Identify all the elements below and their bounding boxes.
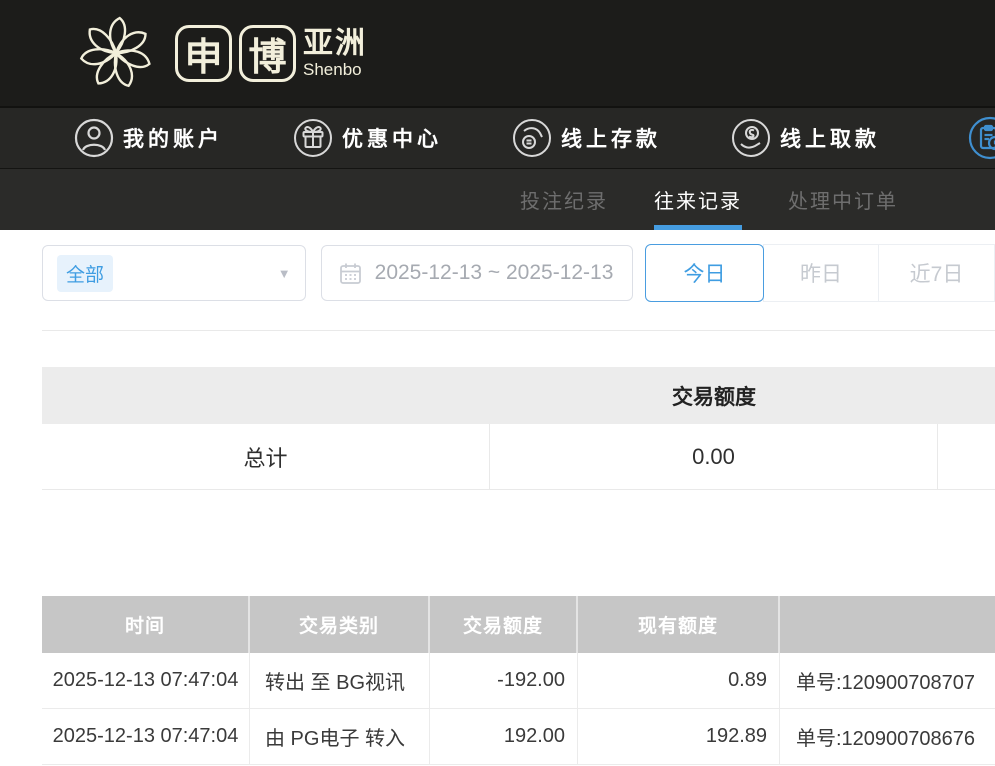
- summary-total-row: 总计 0.00: [42, 424, 995, 490]
- cell-time: 2025-12-13 07:47:04: [42, 653, 250, 708]
- transactions-table: 时间 交易类别 交易额度 现有额度 2025-12-13 07:47:04 转出…: [42, 596, 995, 765]
- type-chip[interactable]: 全部: [57, 255, 113, 292]
- table-row: 2025-12-13 07:47:04 由 PG电子 转入 192.00 192…: [42, 709, 995, 765]
- date-range-picker[interactable]: 2025-12-13 ~ 2025-12-13: [321, 245, 633, 301]
- cell-type: 转出 至 BG视讯: [250, 653, 430, 708]
- date-range-value: 2025-12-13 ~ 2025-12-13: [375, 261, 614, 285]
- summary-total-value: 0.00: [490, 424, 938, 489]
- nav-item-promotions[interactable]: 优惠中心: [293, 118, 442, 158]
- cell-order-no: 单号:120900708676: [780, 709, 995, 764]
- nav-label: 线上取款: [780, 123, 880, 153]
- tab-label: 投注纪录: [520, 185, 608, 214]
- col-header-time: 时间: [42, 596, 250, 653]
- user-icon: [74, 118, 114, 158]
- chevron-down-icon: ▼: [278, 266, 291, 281]
- transaction-records-icon: [968, 116, 995, 160]
- tab-transaction-records[interactable]: 往来记录: [654, 169, 742, 230]
- nav-item-deposit[interactable]: 线上存款: [512, 118, 661, 158]
- nav-label: 优惠中心: [342, 123, 442, 153]
- cell-amount: 192.00: [430, 709, 578, 764]
- brand-char-box-2: 博: [239, 25, 296, 82]
- tab-betting-records[interactable]: 投注纪录: [520, 169, 608, 230]
- cell-amount: -192.00: [430, 653, 578, 708]
- nav-label: 线上存款: [561, 123, 661, 153]
- calendar-icon: [339, 262, 362, 285]
- type-select[interactable]: 全部 ▼: [42, 245, 306, 301]
- tab-processing-orders[interactable]: 处理中订单: [788, 169, 898, 230]
- col-header-amount: 交易额度: [430, 596, 578, 653]
- cell-time: 2025-12-13 07:47:04: [42, 709, 250, 764]
- nav-item-withdraw[interactable]: 线上取款: [731, 118, 880, 158]
- brand-char-1: 申: [184, 26, 222, 81]
- cell-type: 由 PG电子 转入: [250, 709, 430, 764]
- nav-item-my-account[interactable]: 我的账户: [74, 118, 223, 158]
- col-header-type: 交易类别: [250, 596, 430, 653]
- col-header-remark: [780, 596, 995, 653]
- col-header-balance: 现有额度: [578, 596, 780, 653]
- brand-suffix: 亚洲 Shenbo: [303, 29, 367, 78]
- summary-total-label: 总计: [42, 424, 490, 489]
- summary-header-amount: 交易额度: [490, 381, 938, 411]
- summary-header-row: 交易额度: [42, 367, 995, 424]
- flower-logo-icon: [64, 7, 168, 99]
- brand-header: 申 博 亚洲 Shenbo: [0, 0, 995, 106]
- main-nav: 我的账户 优惠中心 线上存款 线上取款: [0, 106, 995, 168]
- transactions-header-row: 时间 交易类别 交易额度 现有额度: [42, 596, 995, 653]
- tab-label: 处理中订单: [788, 185, 898, 214]
- today-button[interactable]: 今日: [645, 244, 764, 302]
- brand-suffix-cn: 亚洲: [303, 29, 367, 59]
- filter-row: 全部 ▼ 2025-12-13 ~ 2025-12-13 今日 昨日 近7日: [42, 244, 995, 302]
- brand-suffix-en: Shenbo: [303, 61, 367, 78]
- summary-table: 交易额度 总计 0.00: [42, 367, 995, 490]
- table-row: 2025-12-13 07:47:04 转出 至 BG视讯 -192.00 0.…: [42, 653, 995, 709]
- brand-char-box-1: 申: [175, 25, 232, 82]
- quick-range-buttons: 今日 昨日 近7日: [645, 244, 995, 302]
- tab-label: 往来记录: [654, 185, 742, 214]
- brand-char-2: 博: [248, 26, 286, 81]
- last-7-days-button[interactable]: 近7日: [878, 244, 995, 302]
- cell-balance: 192.89: [578, 709, 780, 764]
- gift-icon: [293, 118, 333, 158]
- record-tabs: 投注纪录 往来记录 处理中订单: [0, 168, 995, 230]
- nav-item-transaction-records[interactable]: [968, 116, 995, 160]
- cell-order-no: 单号:120900708707: [780, 653, 995, 708]
- cell-balance: 0.89: [578, 653, 780, 708]
- nav-label: 我的账户: [123, 123, 223, 153]
- yesterday-button[interactable]: 昨日: [763, 244, 879, 302]
- summary-empty-cell: [938, 424, 995, 489]
- section-divider: [42, 330, 995, 331]
- withdraw-icon: [731, 118, 771, 158]
- deposit-icon: [512, 118, 552, 158]
